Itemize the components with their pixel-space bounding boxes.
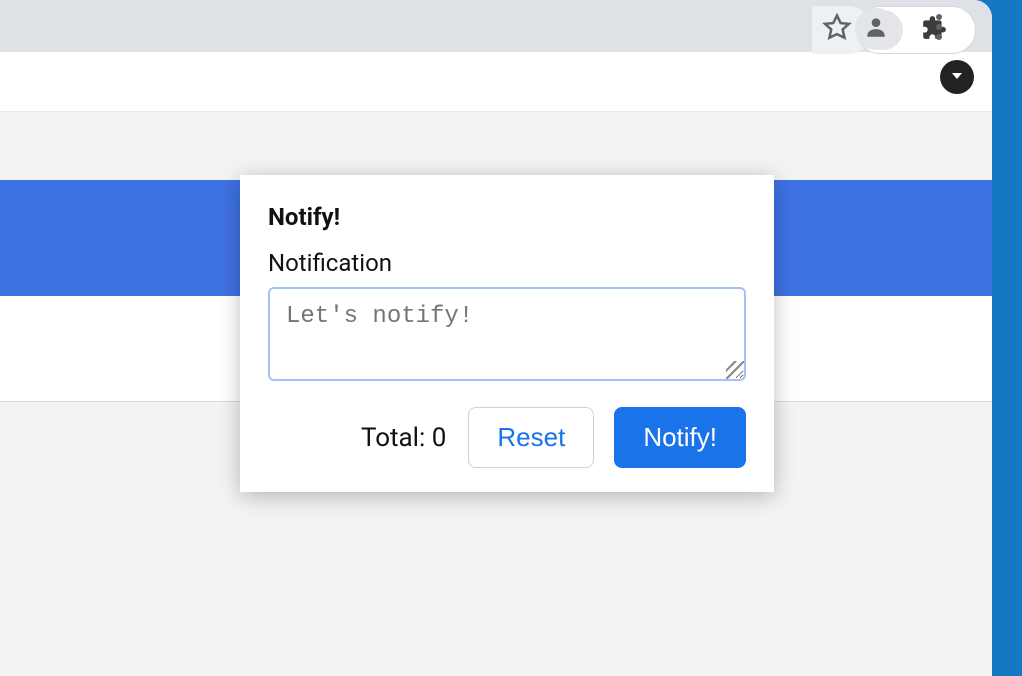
overflow-dropdown[interactable] bbox=[940, 60, 974, 94]
total-value: 0 bbox=[432, 423, 447, 453]
popup-title: Notify! bbox=[268, 203, 746, 231]
notification-label: Notification bbox=[268, 249, 746, 277]
extension-popup: Notify! Notification Total: 0 Reset Noti… bbox=[240, 175, 774, 492]
total-count: Total: 0 bbox=[361, 423, 446, 453]
reset-button[interactable]: Reset bbox=[468, 407, 594, 468]
notify-button[interactable]: Notify! bbox=[614, 407, 746, 468]
star-icon bbox=[822, 13, 852, 47]
popup-footer: Total: 0 Reset Notify! bbox=[268, 407, 746, 468]
profile-button[interactable] bbox=[855, 8, 897, 50]
total-label: Total: bbox=[361, 423, 425, 453]
profile-icon bbox=[863, 14, 889, 44]
notification-input[interactable] bbox=[268, 287, 746, 381]
toolbar bbox=[0, 52, 992, 112]
browser-menu-button[interactable] bbox=[918, 8, 960, 50]
kebab-icon bbox=[936, 14, 942, 44]
dropdown-icon bbox=[950, 68, 964, 87]
